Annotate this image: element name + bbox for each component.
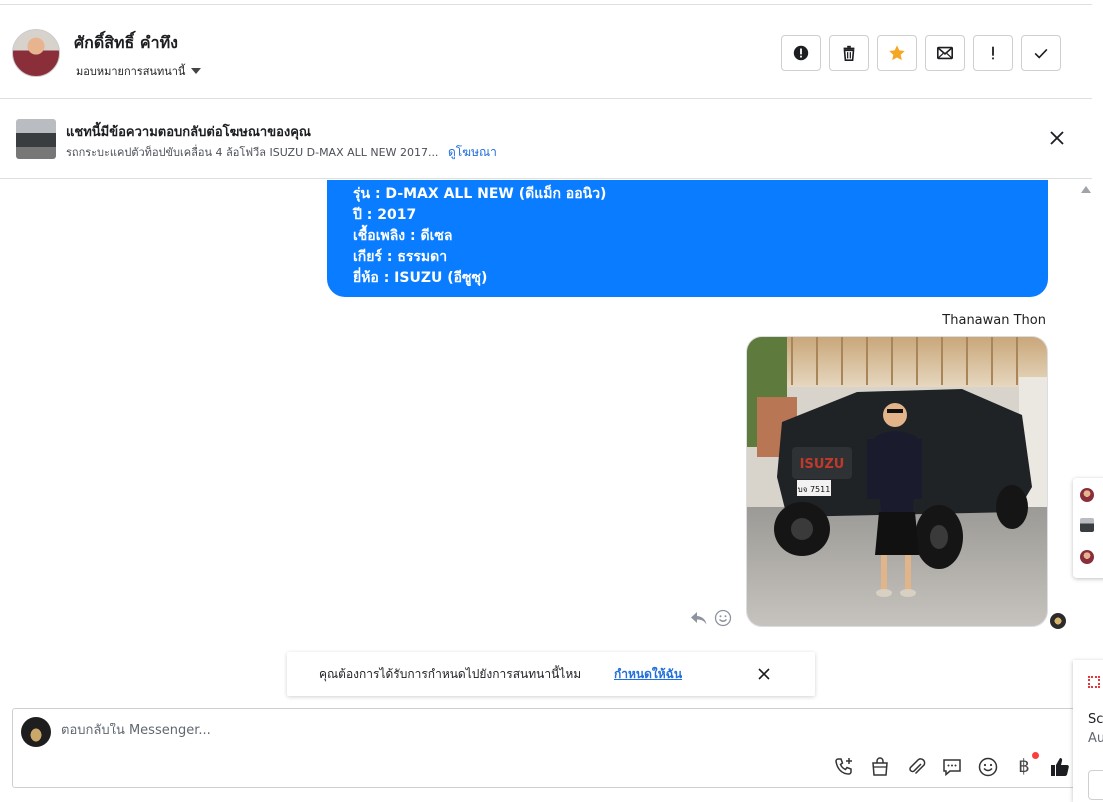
reply-composer: ฿ — [12, 708, 1075, 788]
phone-plus-icon — [835, 758, 852, 775]
chat-head-ad-thumb[interactable] — [1080, 518, 1094, 532]
assign-dropdown[interactable]: มอบหมายการสนทนานี้ — [76, 62, 202, 80]
close-icon[interactable] — [756, 666, 772, 682]
outgoing-message-bubble[interactable]: รุ่น : D-MAX ALL NEW (ดีแม็ก ออนิว) ปี :… — [327, 180, 1048, 297]
photo-attachment[interactable]: ISUZU บจ 7511 — [746, 336, 1048, 627]
page-avatar — [21, 717, 51, 747]
ad-banner-title: แชทนี้มีข้อความตอบกลับต่อโฆษณาของคุณ — [66, 125, 311, 140]
reply-icon[interactable] — [690, 609, 708, 627]
paperclip-icon — [909, 758, 926, 775]
notification-dot — [1032, 752, 1039, 759]
shopping-bag-icon — [872, 757, 888, 776]
message-line: รุ่น : D-MAX ALL NEW (ดีแม็ก ออนิว) — [353, 186, 607, 202]
star-button[interactable] — [877, 35, 917, 71]
envelope-icon — [936, 46, 954, 60]
follow-up-button[interactable] — [973, 35, 1013, 71]
ad-reply-banner: แชทนี้มีข้อความตอบกลับต่อโฆษณาของคุณ รถก… — [0, 99, 1092, 179]
message-thread: รุ่น : D-MAX ALL NEW (ดีแม็ก ออนิว) ปี :… — [0, 180, 1076, 700]
ad-banner-subtitle: รถกระบะแคปตัวท็อปขับเคลื่อน 4 ล้อโฟวีล I… — [66, 143, 497, 162]
contact-name[interactable]: ศักดิ์สิทธิ์ คำทึง — [74, 31, 178, 56]
call-button[interactable] — [833, 756, 855, 778]
attach-button[interactable] — [905, 756, 927, 778]
caret-down-icon — [191, 68, 202, 74]
baht-icon: ฿ — [1018, 756, 1030, 777]
trash-icon — [843, 45, 855, 62]
message-line: ยี่ห้อ : ISUZU (อีซูซุ) — [353, 270, 488, 286]
report-spam-button[interactable] — [781, 35, 821, 71]
like-button[interactable] — [1049, 756, 1071, 778]
exclamation-icon — [992, 46, 994, 60]
mark-done-button[interactable] — [1021, 35, 1061, 71]
assign-prompt-text: คุณต้องการได้รับการกำหนดไปยังการสนทนานี้… — [319, 667, 582, 681]
side-widget-line1: Sc — [1088, 712, 1103, 727]
payment-button[interactable]: ฿ — [1013, 752, 1039, 778]
assign-label: มอบหมายการสนทนานี้ — [76, 65, 186, 78]
widget-icon — [1088, 676, 1100, 688]
side-widget-button[interactable] — [1088, 770, 1103, 800]
chat-head-avatar[interactable] — [1080, 488, 1094, 502]
header-actions — [781, 35, 1061, 71]
shop-button[interactable] — [869, 756, 891, 778]
message-input[interactable] — [61, 723, 961, 738]
assign-prompt-toast: คุณต้องการได้รับการกำหนดไปยังการสนทนานี้… — [287, 652, 815, 696]
message-actions — [690, 609, 732, 627]
view-ad-link[interactable]: ดูโฆษณา — [448, 145, 497, 159]
chat-head-avatar[interactable] — [1080, 550, 1094, 564]
close-icon[interactable] — [1048, 129, 1066, 147]
assign-to-me-link[interactable]: กำหนดให้ฉัน — [614, 665, 682, 684]
plate-text: บจ 7511 — [798, 485, 831, 494]
sender-name: Thanawan Thon — [942, 313, 1046, 328]
ad-thumbnail[interactable] — [16, 119, 56, 159]
chat-bubble-icon — [943, 759, 961, 777]
photo-image: ISUZU บจ 7511 — [747, 337, 1047, 626]
star-icon — [889, 45, 905, 61]
side-widget-line2: Au — [1088, 731, 1103, 746]
scroll-up-arrow-icon[interactable] — [1081, 186, 1091, 193]
photo-brand-text: ISUZU — [800, 457, 845, 472]
alert-circle-icon — [793, 45, 809, 61]
delete-button[interactable] — [829, 35, 869, 71]
side-widget: Sc Au — [1073, 660, 1103, 802]
contact-avatar[interactable] — [12, 29, 60, 77]
message-line: ปี : 2017 — [353, 207, 417, 223]
emoji-react-icon[interactable] — [714, 609, 732, 627]
read-receipt-avatar — [1050, 613, 1066, 629]
thumbs-up-icon — [1051, 758, 1069, 776]
message-line: เชื้อเพลิง : ดีเซล — [353, 228, 453, 244]
emoji-button[interactable] — [977, 756, 999, 778]
mark-unread-button[interactable] — [925, 35, 965, 71]
ad-description: รถกระบะแคปตัวท็อปขับเคลื่อน 4 ล้อโฟวีล I… — [66, 146, 439, 159]
composer-toolbar: ฿ — [833, 752, 1071, 778]
saved-replies-button[interactable] — [941, 756, 963, 778]
conversation-header: ศักดิ์สิทธิ์ คำทึง มอบหมายการสนทนานี้ — [0, 4, 1092, 99]
emoji-icon — [978, 757, 998, 777]
message-line: เกียร์ : ธรรมดา — [353, 249, 448, 265]
messenger-inbox: ศักดิ์สิทธิ์ คำทึง มอบหมายการสนทนานี้ แช… — [0, 0, 1103, 802]
checkmark-icon — [1034, 48, 1048, 59]
chat-heads-panel — [1073, 478, 1103, 578]
